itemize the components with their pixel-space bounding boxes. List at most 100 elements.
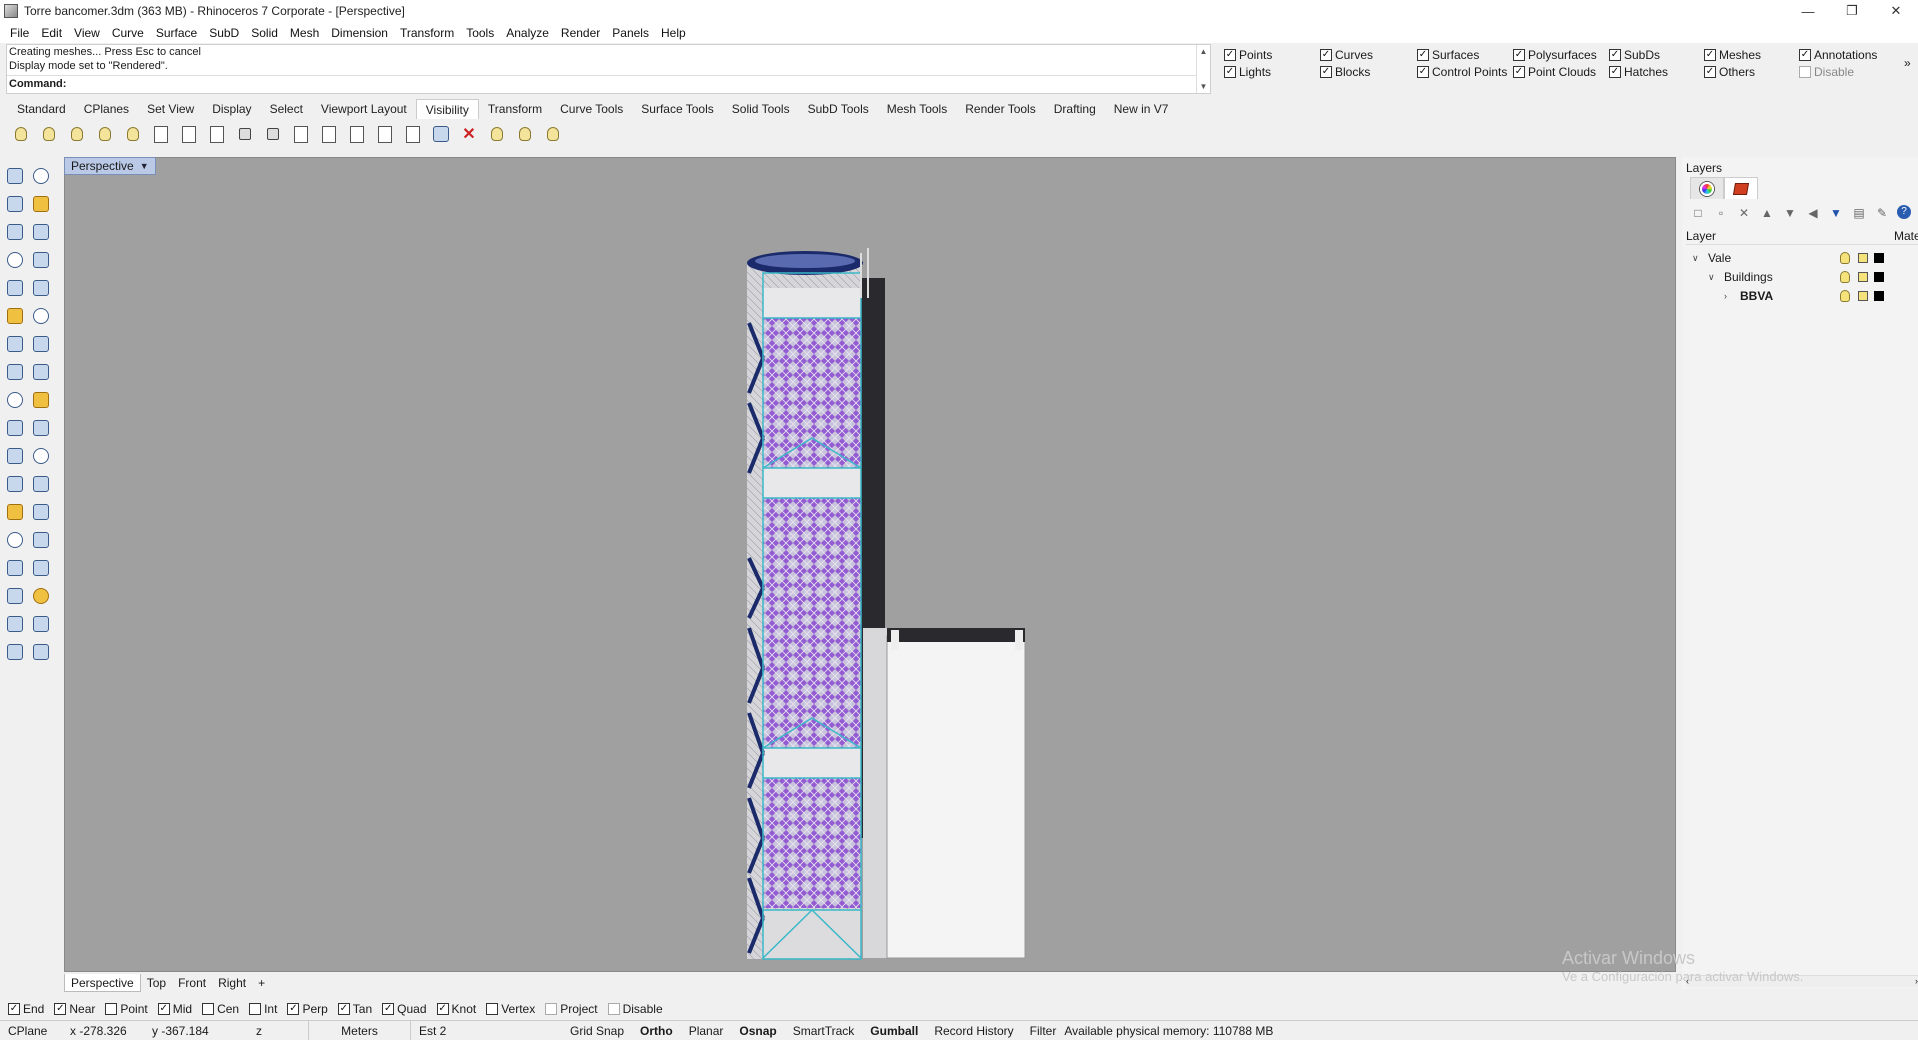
tool-freeform-icon[interactable] xyxy=(30,277,52,299)
tool-rectangle-icon[interactable] xyxy=(30,249,52,271)
checkbox[interactable]: ✓ xyxy=(287,1003,300,1015)
perspective-viewport[interactable] xyxy=(64,157,1676,972)
checkbox[interactable] xyxy=(249,1003,262,1015)
tool-text-icon[interactable] xyxy=(4,501,26,523)
tab-solid-tools[interactable]: Solid Tools xyxy=(723,99,799,119)
menu-surface[interactable]: Surface xyxy=(150,26,203,40)
osnap-int[interactable]: Int xyxy=(249,1002,277,1016)
viewport-tab-right[interactable]: Right xyxy=(212,974,252,992)
clipping-plane-icon[interactable] xyxy=(374,123,396,145)
menu-transform[interactable]: Transform xyxy=(394,26,460,40)
command-input[interactable]: Command: xyxy=(7,75,1197,92)
filter-hatches[interactable]: ✓ Hatches xyxy=(1609,65,1668,79)
tool-move-icon[interactable] xyxy=(4,417,26,439)
checkbox[interactable]: ✓ xyxy=(1609,66,1621,78)
filter-points[interactable]: ✓ Points xyxy=(1224,48,1272,62)
new-layer-icon[interactable]: □ xyxy=(1690,205,1706,221)
lock-unselected-icon[interactable] xyxy=(346,123,368,145)
move-down-icon[interactable]: ▼ xyxy=(1782,205,1798,221)
filter-polysurfaces[interactable]: ✓ Polysurfaces xyxy=(1513,48,1597,62)
checkbox[interactable] xyxy=(545,1003,558,1015)
tool-arc-icon[interactable] xyxy=(30,221,52,243)
tab-cplanes[interactable]: CPlanes xyxy=(75,99,138,119)
show-points-icon[interactable] xyxy=(430,123,452,145)
layer-visible-bulb-icon[interactable] xyxy=(1840,252,1850,264)
light-toggle-icon[interactable] xyxy=(542,123,564,145)
tool-boolean-split-icon[interactable] xyxy=(30,389,52,411)
filter-lights[interactable]: ✓ Lights xyxy=(1224,65,1271,79)
record-history-toggle[interactable]: Record History xyxy=(926,1021,1021,1040)
checkbox[interactable]: ✓ xyxy=(1320,66,1332,78)
tab-curve-tools[interactable]: Curve Tools xyxy=(551,99,632,119)
filter-annotations[interactable]: ✓ Annotations xyxy=(1799,48,1877,62)
filter-toggle[interactable]: Filter xyxy=(1022,1021,1065,1040)
osnap-vertex[interactable]: Vertex xyxy=(486,1002,535,1016)
viewport-tab-top[interactable]: Top xyxy=(141,974,172,992)
layer-row[interactable]: › BBVA xyxy=(1686,287,1918,305)
checkbox[interactable]: ✓ xyxy=(1224,66,1236,78)
tool-gumball-icon[interactable] xyxy=(30,641,52,663)
checkbox[interactable]: ✓ xyxy=(1224,49,1236,61)
layer-visible-bulb-icon[interactable] xyxy=(1840,271,1850,283)
hide-swap-icon[interactable] xyxy=(66,123,88,145)
tab-visibility[interactable]: Visibility xyxy=(415,99,479,119)
hide-unselected-icon[interactable] xyxy=(122,123,144,145)
current-layer[interactable]: Est 2 xyxy=(410,1020,562,1040)
layer-row[interactable]: ∨ Buildings xyxy=(1686,268,1918,286)
checkbox[interactable]: ✓ xyxy=(337,1003,350,1015)
restore-button[interactable]: ❐ xyxy=(1830,0,1874,22)
tool-polyline-icon[interactable] xyxy=(4,193,26,215)
planar-toggle[interactable]: Planar xyxy=(681,1021,732,1040)
tool-sphere-icon[interactable] xyxy=(30,333,52,355)
checkbox[interactable] xyxy=(607,1003,620,1015)
tool-polygon-icon[interactable] xyxy=(4,249,26,271)
expand-chevron-icon[interactable]: ∨ xyxy=(1692,249,1699,267)
checkbox[interactable]: ✓ xyxy=(1609,49,1621,61)
checkbox[interactable]: ✓ xyxy=(1513,66,1525,78)
tool-surface-edge-icon[interactable] xyxy=(30,305,52,327)
layer-visible-bulb-icon[interactable] xyxy=(1840,290,1850,302)
checkbox[interactable] xyxy=(105,1003,118,1015)
checkbox[interactable]: ✓ xyxy=(436,1003,449,1015)
menu-edit[interactable]: Edit xyxy=(35,26,68,40)
layers-tab[interactable] xyxy=(1724,177,1758,199)
tool-offset-icon[interactable] xyxy=(4,557,26,579)
filter-blocks[interactable]: ✓ Blocks xyxy=(1320,65,1370,79)
expand-chevron-icon[interactable]: ∨ xyxy=(1708,268,1715,286)
tab-viewport-layout[interactable]: Viewport Layout xyxy=(312,99,416,119)
lock-icon[interactable] xyxy=(234,123,256,145)
ortho-toggle[interactable]: Ortho xyxy=(632,1021,681,1040)
tool-analyze-icon[interactable] xyxy=(4,613,26,635)
viewport-title[interactable]: Perspective ▼ xyxy=(64,157,156,175)
tool-check-icon[interactable] xyxy=(30,585,52,607)
tab-transform[interactable]: Transform xyxy=(479,99,551,119)
menu-dimension[interactable]: Dimension xyxy=(325,26,394,40)
expand-chevron-icon[interactable]: › xyxy=(1724,287,1727,305)
osnap-quad[interactable]: ✓ Quad xyxy=(382,1002,427,1016)
menu-render[interactable]: Render xyxy=(555,26,606,40)
filter-icon[interactable]: ▼ xyxy=(1828,205,1844,221)
cplane-label[interactable]: CPlane xyxy=(0,1021,62,1040)
tools-icon[interactable]: ✎ xyxy=(1874,205,1890,221)
filter-more-chevron-icon[interactable]: » xyxy=(1904,56,1911,70)
layer-color-swatch[interactable] xyxy=(1874,272,1884,282)
menu-curve[interactable]: Curve xyxy=(106,26,150,40)
gumball-toggle[interactable]: Gumball xyxy=(862,1021,926,1040)
show-in-detail-icon[interactable] xyxy=(178,123,200,145)
layer-row[interactable]: ∨ Vale xyxy=(1686,249,1918,267)
tool-fillet-edge-icon[interactable] xyxy=(30,361,52,383)
filter-disable[interactable]: Disable xyxy=(1799,65,1854,79)
light-off-icon[interactable] xyxy=(514,123,536,145)
delete-layer-icon[interactable]: ✕ xyxy=(1736,205,1752,221)
tool-extrude-icon[interactable] xyxy=(4,361,26,383)
osnap-mid[interactable]: ✓ Mid xyxy=(157,1002,192,1016)
checkbox[interactable]: ✓ xyxy=(54,1003,67,1015)
tool-trim-icon[interactable] xyxy=(30,557,52,579)
tool-render-icon[interactable] xyxy=(30,613,52,635)
osnap-point[interactable]: Point xyxy=(105,1002,148,1016)
filter-meshes[interactable]: ✓ Meshes xyxy=(1704,48,1761,62)
tool-circle-icon[interactable] xyxy=(4,221,26,243)
lock-swap-icon[interactable] xyxy=(290,123,312,145)
menu-panels[interactable]: Panels xyxy=(606,26,655,40)
tab-display[interactable]: Display xyxy=(203,99,260,119)
